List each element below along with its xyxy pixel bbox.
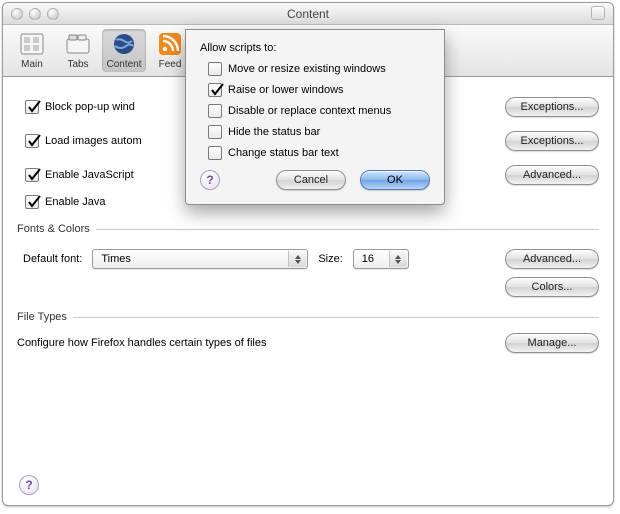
advanced-button-fonts[interactable]: Advanced... xyxy=(505,249,599,269)
manage-button[interactable]: Manage... xyxy=(505,333,599,353)
switches-icon xyxy=(19,31,45,57)
toolbar-item-label: Tabs xyxy=(67,59,88,70)
cancel-button[interactable]: Cancel xyxy=(276,170,346,190)
advanced-js-dialog: Allow scripts to: Move or resize existin… xyxy=(185,29,445,205)
tabs-icon xyxy=(65,31,91,57)
font-value: Times xyxy=(101,253,131,265)
titlebar: Content xyxy=(3,3,613,25)
checkbox-change-statusbar[interactable] xyxy=(208,146,222,160)
divider xyxy=(73,317,599,318)
toolbar-item-main[interactable]: Main xyxy=(10,29,54,72)
label-change-statusbar: Change status bar text xyxy=(228,147,339,159)
close-icon[interactable] xyxy=(11,8,23,20)
checkbox-block-popups[interactable] xyxy=(25,100,39,114)
toolbar-item-label: Content xyxy=(106,59,141,70)
checkbox-enable-java[interactable] xyxy=(25,195,39,209)
preferences-window: Content Main Tabs Content Feed xyxy=(2,2,614,506)
toolbar-toggle-icon[interactable] xyxy=(591,6,605,20)
zoom-icon[interactable] xyxy=(47,8,59,20)
label-load-images: Load images autom xyxy=(45,135,142,147)
window-title: Content xyxy=(3,7,613,21)
arrows-icon xyxy=(288,251,306,267)
label-enable-java: Enable Java xyxy=(45,196,106,208)
divider xyxy=(96,229,599,230)
minimize-icon[interactable] xyxy=(29,8,41,20)
toolbar-item-tabs[interactable]: Tabs xyxy=(56,29,100,72)
default-font-label: Default font: xyxy=(23,253,82,265)
advanced-button-js[interactable]: Advanced... xyxy=(505,165,599,185)
checkbox-raise-lower[interactable] xyxy=(208,83,222,97)
exceptions-button-popups[interactable]: Exceptions... xyxy=(505,97,599,117)
label-context-menus: Disable or replace context menus xyxy=(228,105,391,117)
label-hide-statusbar: Hide the status bar xyxy=(228,126,320,138)
font-popup[interactable]: Times xyxy=(92,249,308,269)
checkbox-load-images[interactable] xyxy=(25,134,39,148)
label-raise-lower: Raise or lower windows xyxy=(228,84,344,96)
globe-icon xyxy=(111,31,137,57)
label-move-resize: Move or resize existing windows xyxy=(228,63,386,75)
size-label: Size: xyxy=(318,253,342,265)
checkbox-enable-js[interactable] xyxy=(25,168,39,182)
checkbox-move-resize[interactable] xyxy=(208,62,222,76)
label-enable-js: Enable JavaScript xyxy=(45,169,134,181)
arrows-icon xyxy=(389,251,407,267)
help-button[interactable]: ? xyxy=(19,475,39,495)
ok-button[interactable]: OK xyxy=(360,170,430,190)
filetypes-desc: Configure how Firefox handles certain ty… xyxy=(17,337,266,349)
toolbar-item-label: Main xyxy=(21,59,43,70)
filetypes-section-label: File Types xyxy=(17,311,599,323)
checkbox-hide-statusbar[interactable] xyxy=(208,125,222,139)
size-value: 16 xyxy=(362,253,374,265)
dialog-help-button[interactable]: ? xyxy=(200,170,220,190)
rss-icon xyxy=(157,31,183,57)
fonts-section-label: Fonts & Colors xyxy=(17,223,599,235)
checkbox-context-menus[interactable] xyxy=(208,104,222,118)
traffic-lights xyxy=(3,8,59,20)
colors-button[interactable]: Colors... xyxy=(505,277,599,297)
toolbar-item-label: Feed xyxy=(159,59,182,70)
dialog-heading: Allow scripts to: xyxy=(200,42,430,54)
label-block-popups: Block pop-up wind xyxy=(45,101,135,113)
exceptions-button-images[interactable]: Exceptions... xyxy=(505,131,599,151)
size-popup[interactable]: 16 xyxy=(353,249,409,269)
toolbar-item-content[interactable]: Content xyxy=(102,29,146,72)
